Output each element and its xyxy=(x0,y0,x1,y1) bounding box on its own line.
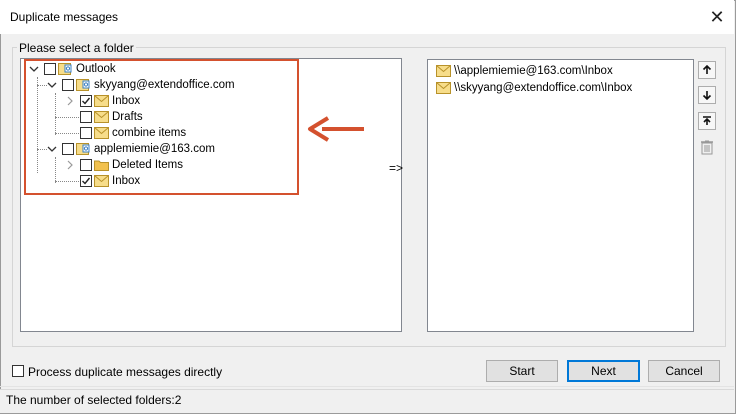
process-directly-checkbox[interactable] xyxy=(12,365,24,377)
move-down-button[interactable] xyxy=(698,86,716,104)
window-title: Duplicate messages xyxy=(10,10,119,24)
move-to-top-button[interactable] xyxy=(698,112,716,130)
mail-folder-icon xyxy=(435,81,451,95)
start-button[interactable]: Start xyxy=(486,360,558,382)
list-item[interactable]: \\applemiemie@163.com\Inbox xyxy=(434,63,613,79)
process-directly-label: Process duplicate messages directly xyxy=(28,365,223,379)
status-text: The number of selected folders:2 xyxy=(6,393,182,407)
list-item-label: \\applemiemie@163.com\Inbox xyxy=(454,65,613,77)
selected-folders-list[interactable]: \\applemiemie@163.com\Inbox \\skyyang@ex… xyxy=(427,59,694,332)
list-item-label: \\skyyang@extendoffice.com\Inbox xyxy=(454,82,633,94)
trash-icon xyxy=(701,140,713,154)
transfer-arrow-label: => xyxy=(389,161,404,175)
move-up-button[interactable] xyxy=(698,61,716,79)
mail-folder-icon xyxy=(435,64,451,78)
next-button[interactable]: Next xyxy=(567,360,640,382)
delete-button[interactable] xyxy=(698,138,716,156)
cancel-button[interactable]: Cancel xyxy=(648,360,720,382)
arrow-up-icon xyxy=(702,65,712,74)
arrow-top-icon xyxy=(703,116,711,125)
list-item[interactable]: \\skyyang@extendoffice.com\Inbox xyxy=(434,80,632,96)
close-icon[interactable]: ✕ xyxy=(704,4,730,30)
annotation-highlight-box xyxy=(24,59,299,195)
folder-group-label: Please select a folder xyxy=(17,41,136,55)
arrow-down-icon xyxy=(702,91,712,100)
status-separator xyxy=(0,386,734,387)
annotation-arrow-icon xyxy=(308,116,364,142)
